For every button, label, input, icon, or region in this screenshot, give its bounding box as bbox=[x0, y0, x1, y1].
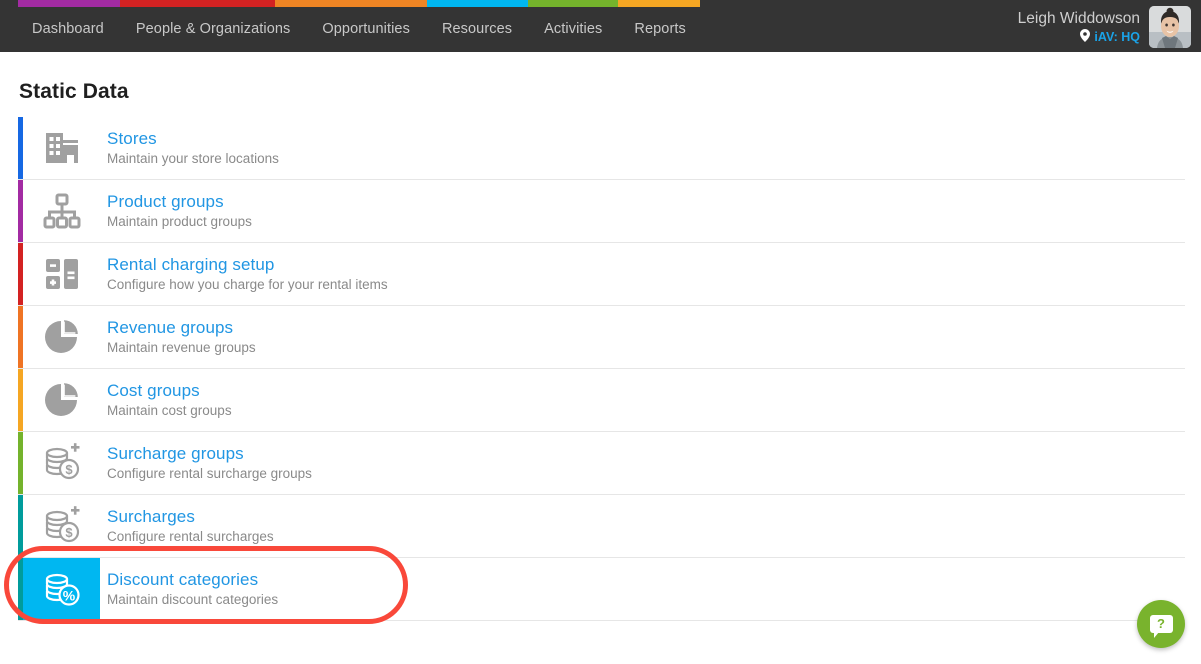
nav-resources[interactable]: Resources bbox=[426, 7, 528, 52]
top-header-bar: Dashboard People & Organizations Opportuni… bbox=[0, 0, 1201, 52]
list-item[interactable]: Rental charging setup Configure how you c… bbox=[18, 243, 1185, 306]
nav-opportunities[interactable]: Opportunities bbox=[306, 7, 426, 52]
people-accent bbox=[120, 0, 275, 7]
reports-accent bbox=[618, 0, 700, 7]
list-item[interactable]: Revenue groups Maintain revenue groups bbox=[18, 306, 1185, 369]
list-item[interactable]: Stores Maintain your store locations bbox=[18, 117, 1185, 180]
avatar[interactable] bbox=[1149, 6, 1191, 48]
row-subtitle: Configure how you charge for your rental… bbox=[107, 277, 388, 292]
row-title-link[interactable]: Discount categories bbox=[107, 569, 278, 590]
row-text-block: Stores Maintain your store locations bbox=[100, 128, 279, 168]
nav-dashboard[interactable]: Dashboard bbox=[18, 7, 120, 52]
row-text-block: Surcharge groups Configure rental surchar… bbox=[100, 443, 312, 483]
row-subtitle: Maintain product groups bbox=[107, 214, 252, 229]
row-subtitle: Configure rental surcharge groups bbox=[107, 466, 312, 481]
opportunities-accent bbox=[275, 0, 427, 7]
row-text-block: Discount categories Maintain discount cat… bbox=[100, 569, 278, 609]
row-text-block: Surcharges Configure rental surcharges bbox=[100, 506, 274, 546]
row-subtitle: Maintain your store locations bbox=[107, 151, 279, 166]
row-title-link[interactable]: Cost groups bbox=[107, 380, 232, 401]
svg-text:%: % bbox=[62, 588, 75, 604]
row-subtitle: Maintain cost groups bbox=[107, 403, 232, 418]
row-text-block: Revenue groups Maintain revenue groups bbox=[100, 317, 256, 357]
calculator-icon bbox=[23, 243, 100, 305]
row-subtitle: Maintain revenue groups bbox=[107, 340, 256, 355]
nav-people-organizations[interactable]: People & Organizations bbox=[120, 7, 307, 52]
map-pin-icon bbox=[1080, 28, 1091, 46]
row-title-link[interactable]: Surcharges bbox=[107, 506, 274, 527]
row-text-block: Rental charging setup Configure how you c… bbox=[100, 254, 388, 294]
help-button[interactable]: ? bbox=[1137, 600, 1185, 648]
svg-text:$: $ bbox=[65, 525, 73, 540]
activities-accent bbox=[528, 0, 618, 7]
office-building-icon bbox=[23, 117, 100, 179]
user-info-text: Leigh Widdowson iAV: HQ bbox=[1018, 9, 1140, 46]
user-name: Leigh Widdowson bbox=[1017, 9, 1140, 27]
list-item[interactable]: $ Surcharges Configure rental surcharges bbox=[18, 495, 1185, 558]
user-account-block[interactable]: Leigh Widdowson iAV: HQ bbox=[1018, 4, 1191, 50]
row-title-link[interactable]: Surcharge groups bbox=[107, 443, 312, 464]
coins-plus-dollar-icon: $ bbox=[23, 432, 100, 494]
row-title-link[interactable]: Product groups bbox=[107, 191, 252, 212]
row-text-block: Product groups Maintain product groups bbox=[100, 191, 252, 231]
help-question-mark: ? bbox=[1157, 616, 1165, 631]
user-location-label: iAV: HQ bbox=[1094, 30, 1140, 44]
row-subtitle: Configure rental surcharges bbox=[107, 529, 274, 544]
row-title-link[interactable]: Stores bbox=[107, 128, 279, 149]
coins-plus-dollar-icon: $ bbox=[23, 495, 100, 557]
row-title-link[interactable]: Rental charging setup bbox=[107, 254, 388, 275]
pie-chart-icon bbox=[23, 306, 100, 368]
dashboard-accent bbox=[18, 0, 120, 7]
help-question-bubble-icon: ? bbox=[1149, 615, 1173, 638]
row-text-block: Cost groups Maintain cost groups bbox=[100, 380, 232, 420]
row-title-link[interactable]: Revenue groups bbox=[107, 317, 256, 338]
list-item[interactable]: $ Surcharge groups Configure rental surcha… bbox=[18, 432, 1185, 495]
static-data-list: Stores Maintain your store locations Produ… bbox=[18, 117, 1185, 621]
page-title: Static Data bbox=[19, 80, 129, 103]
list-item[interactable]: Product groups Maintain product groups bbox=[18, 180, 1185, 243]
nav-activities[interactable]: Activities bbox=[528, 7, 618, 52]
hierarchy-tree-icon bbox=[23, 180, 100, 242]
pie-chart-icon bbox=[23, 369, 100, 431]
nav-reports[interactable]: Reports bbox=[618, 7, 701, 52]
list-item[interactable]: Cost groups Maintain cost groups bbox=[18, 369, 1185, 432]
main-navigation: Dashboard People & Organizations Opportuni… bbox=[0, 7, 702, 52]
svg-text:$: $ bbox=[65, 462, 73, 477]
row-subtitle: Maintain discount categories bbox=[107, 592, 279, 607]
coins-percent-icon: % bbox=[23, 558, 100, 620]
resources-accent bbox=[427, 0, 528, 7]
user-location[interactable]: iAV: HQ bbox=[1018, 28, 1140, 46]
list-item[interactable]: % Discount categories Maintain discount ca… bbox=[18, 558, 1185, 621]
